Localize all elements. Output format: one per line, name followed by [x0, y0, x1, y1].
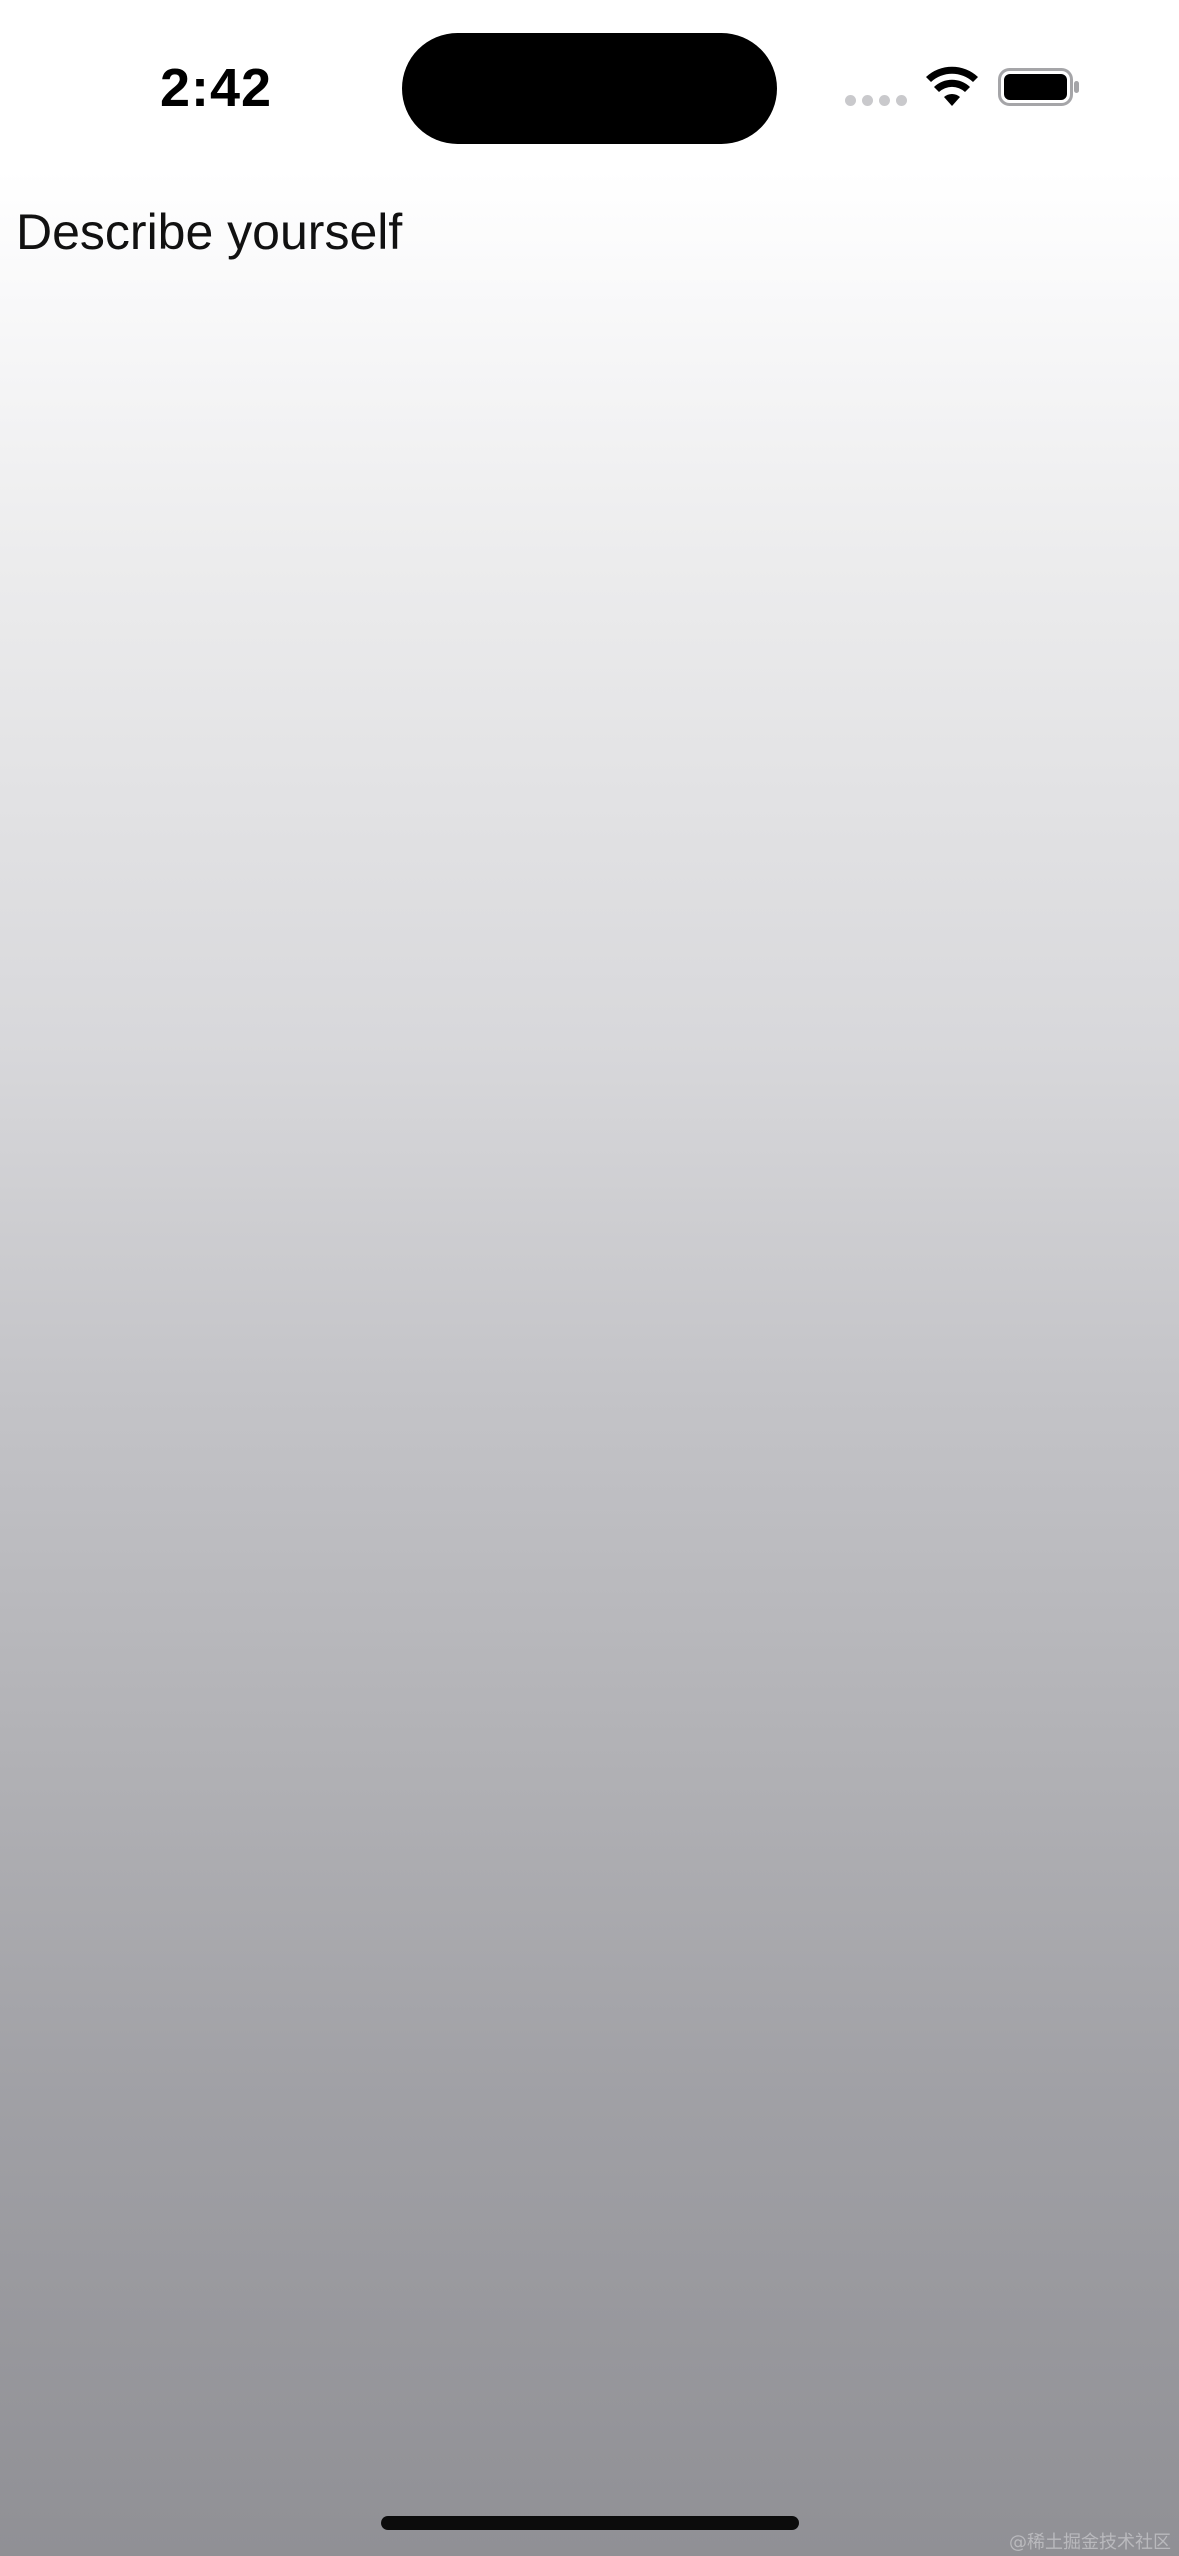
signal-dots-icon [845, 95, 907, 106]
home-indicator[interactable] [381, 2516, 799, 2530]
prompt-label: Describe yourself [16, 204, 403, 260]
dynamic-island [402, 33, 777, 144]
wifi-icon [926, 66, 978, 106]
battery-icon [998, 68, 1079, 106]
watermark: @稀土掘金技术社区 [1009, 2532, 1171, 2553]
status-time: 2:42 [160, 58, 273, 118]
